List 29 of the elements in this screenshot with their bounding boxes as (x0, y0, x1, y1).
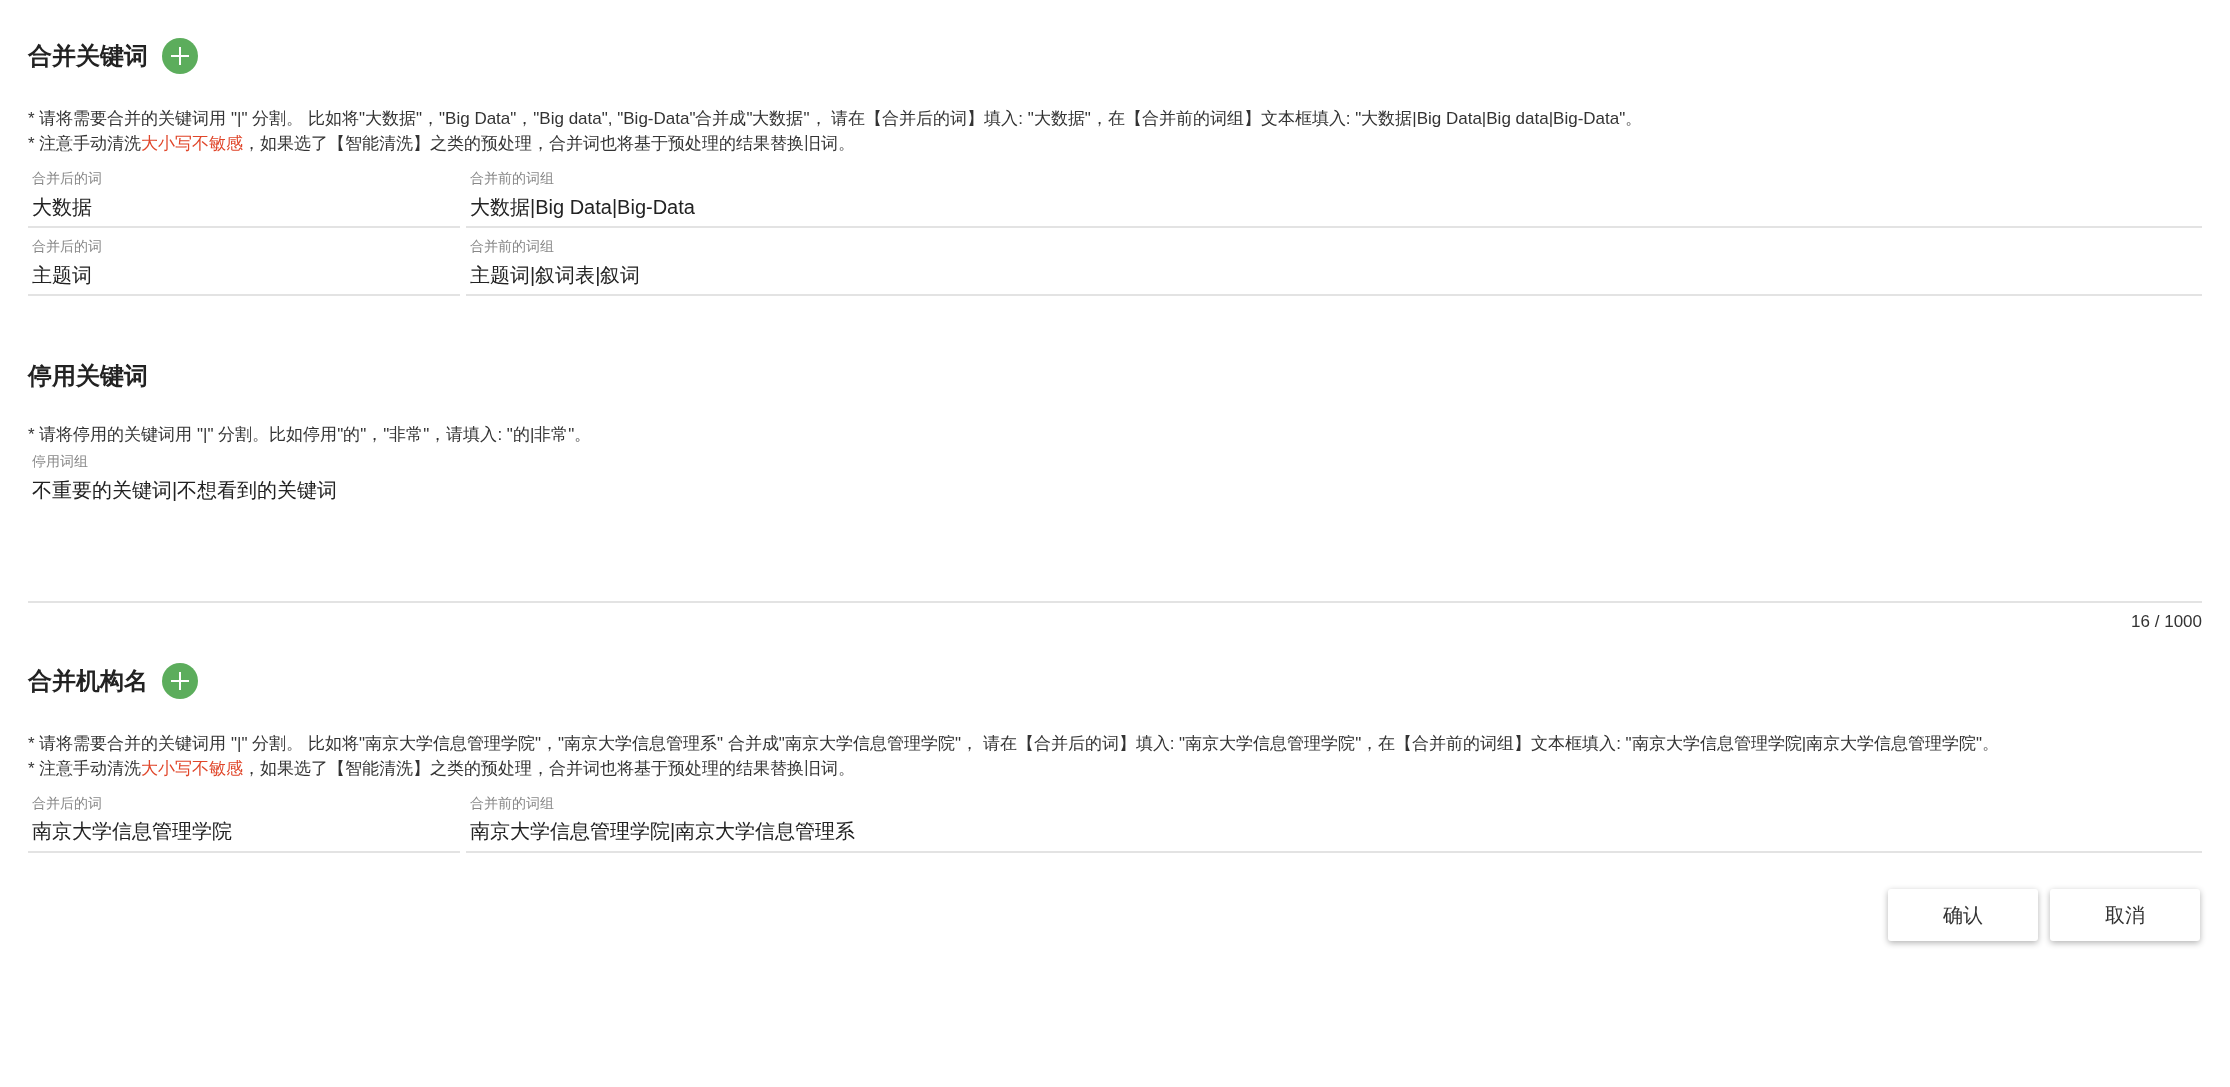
field-label: 合并前的词组 (469, 793, 555, 813)
field-label: 合并前的词组 (469, 169, 555, 188)
input-field[interactable]: 南京大学信息管理学院 (28, 812, 460, 853)
field-label: 合并前的词组 (469, 237, 555, 256)
note-text: * 注意手动清洗大小写不敏感，如果选了【智能清洗】之类的预处理，合并词也将基于预处理的结果替换旧词。 (28, 757, 857, 780)
character-counter: 16 / 1000 (2131, 611, 2202, 633)
note-text: * 请将需要合并的关键词用 "|" 分割。 比如将"大数据"，"Big Data"，"Big data", "Big-Data"合并成"大数据"， 请在【合并后的词】填入: "大数据"，在【合并前的词组】文本框填入: "大数据|Big Data|Big data|Big-Data"。 (28, 108, 1644, 130)
section-title: 合并机构名 (28, 665, 148, 696)
action-button[interactable]: 取消 (2050, 888, 2200, 941)
input-field[interactable]: 南京大学信息管理学院|南京大学信息管理系 (466, 812, 2202, 853)
input-field[interactable]: 大数据|Big Data|Big-Data (466, 188, 2202, 228)
input-field[interactable]: 大数据 (28, 188, 460, 228)
add-button[interactable] (162, 38, 198, 74)
note-text: * 请将停用的关键词用 "|" 分割。比如停用"的"，"非常"，请填入: "的|非常"。 (28, 424, 593, 446)
note-text: * 请将需要合并的关键词用 "|" 分割。 比如将"南京大学信息管理学院"，"南京大学信息管理系" 合并成"南京大学信息管理学院"， 请在【合并后的词】填入: "南京大学信息管理学院"，在【合并前的词组】文本框填入: "南京大学信息管理学院|南京大学信息管理学院"。 (28, 732, 2001, 755)
text-area[interactable]: 不重要的关键词|不想看到的关键词 (28, 471, 2202, 603)
plus-icon (169, 669, 191, 692)
field-label: 合并后的词 (31, 169, 103, 188)
note-text: * 注意手动清洗大小写不敏感，如果选了【智能清洗】之类的预处理，合并词也将基于预处理的结果替换旧词。 (28, 133, 857, 155)
section-title: 停用关键词 (28, 361, 148, 391)
field-label: 合并后的词 (31, 793, 103, 813)
plus-icon (169, 45, 191, 67)
add-button[interactable] (162, 662, 198, 699)
action-button[interactable]: 确认 (1888, 888, 2038, 941)
input-field[interactable]: 主题词 (28, 256, 460, 296)
section-title: 合并关键词 (28, 41, 148, 71)
input-field[interactable]: 主题词|叙词表|叙词 (466, 256, 2202, 296)
field-label: 停用词组 (31, 452, 89, 471)
field-label: 合并后的词 (31, 237, 103, 256)
